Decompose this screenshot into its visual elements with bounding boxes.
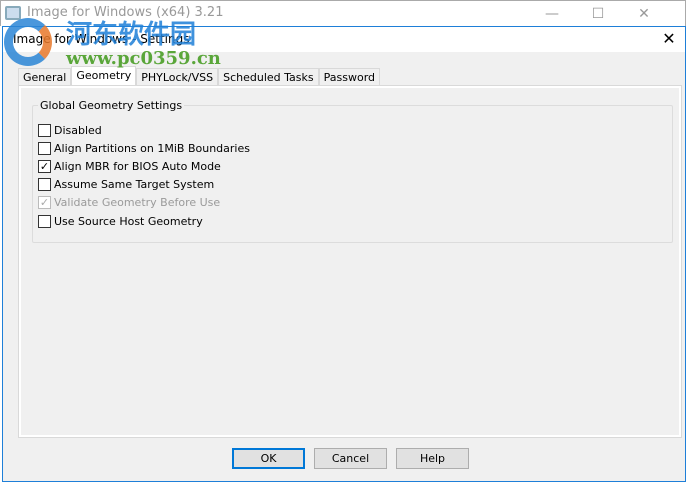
checkbox-unchecked-icon[interactable] bbox=[38, 178, 51, 192]
tab-bar: General Geometry PHYLock/VSS Scheduled T… bbox=[18, 66, 381, 86]
outer-close-button[interactable]: ✕ bbox=[621, 3, 667, 25]
cancel-button[interactable]: Cancel bbox=[314, 448, 387, 469]
tab-password[interactable]: Password bbox=[318, 68, 381, 86]
checkbox-checked-icon: ✓ bbox=[38, 196, 51, 210]
option-label: Assume Same Target System bbox=[54, 178, 215, 192]
tab-scheduled-tasks[interactable]: Scheduled Tasks bbox=[218, 68, 319, 86]
checkbox-checked-icon[interactable]: ✓ bbox=[38, 159, 51, 173]
dialog-close-button[interactable]: ✕ bbox=[659, 29, 679, 48]
geometry-panel: Global Geometry Settings Disabled Align P… bbox=[18, 85, 682, 438]
checkbox-unchecked-icon[interactable] bbox=[38, 214, 51, 228]
option-label: Validate Geometry Before Use bbox=[54, 196, 221, 210]
outer-window-titlebar: Image for Windows (x64) 3.21 — ☐ ✕ bbox=[0, 0, 686, 26]
option-checkbox[interactable]: Use Source Host Geometry bbox=[38, 214, 203, 228]
dialog-titlebar: Image for Windows - Settings ✕ bbox=[3, 27, 685, 52]
option-checkbox[interactable]: ✓ Align MBR for BIOS Auto Mode bbox=[38, 159, 221, 173]
option-checkbox: ✓ Validate Geometry Before Use bbox=[38, 196, 220, 210]
option-label: Align Partitions on 1MiB Boundaries bbox=[54, 141, 250, 155]
settings-dialog: Image for Windows - Settings ✕ General G… bbox=[2, 26, 686, 482]
option-label: Disabled bbox=[54, 123, 102, 137]
tab-phylock-vss[interactable]: PHYLock/VSS bbox=[136, 68, 219, 86]
tab-geometry[interactable]: Geometry bbox=[71, 66, 137, 86]
app-icon bbox=[5, 6, 21, 20]
maximize-button[interactable]: ☐ bbox=[575, 3, 621, 25]
option-checkbox[interactable]: Assume Same Target System bbox=[38, 178, 214, 192]
global-geometry-group: Global Geometry Settings Disabled Align P… bbox=[32, 99, 673, 243]
option-label: Use Source Host Geometry bbox=[54, 214, 203, 228]
checkbox-unchecked-icon[interactable] bbox=[38, 141, 51, 155]
minimize-button[interactable]: — bbox=[529, 3, 575, 25]
checkbox-unchecked-icon[interactable] bbox=[38, 123, 51, 137]
option-label: Align MBR for BIOS Auto Mode bbox=[54, 159, 221, 173]
help-button[interactable]: Help bbox=[396, 448, 469, 469]
dialog-title: Image for Windows - Settings bbox=[13, 32, 190, 46]
tab-general[interactable]: General bbox=[18, 68, 72, 86]
ok-button[interactable]: OK bbox=[232, 448, 305, 469]
outer-window-title: Image for Windows (x64) 3.21 bbox=[27, 5, 224, 20]
option-checkbox[interactable]: Disabled bbox=[38, 123, 102, 137]
group-title: Global Geometry Settings bbox=[38, 99, 185, 112]
option-checkbox[interactable]: Align Partitions on 1MiB Boundaries bbox=[38, 141, 250, 155]
